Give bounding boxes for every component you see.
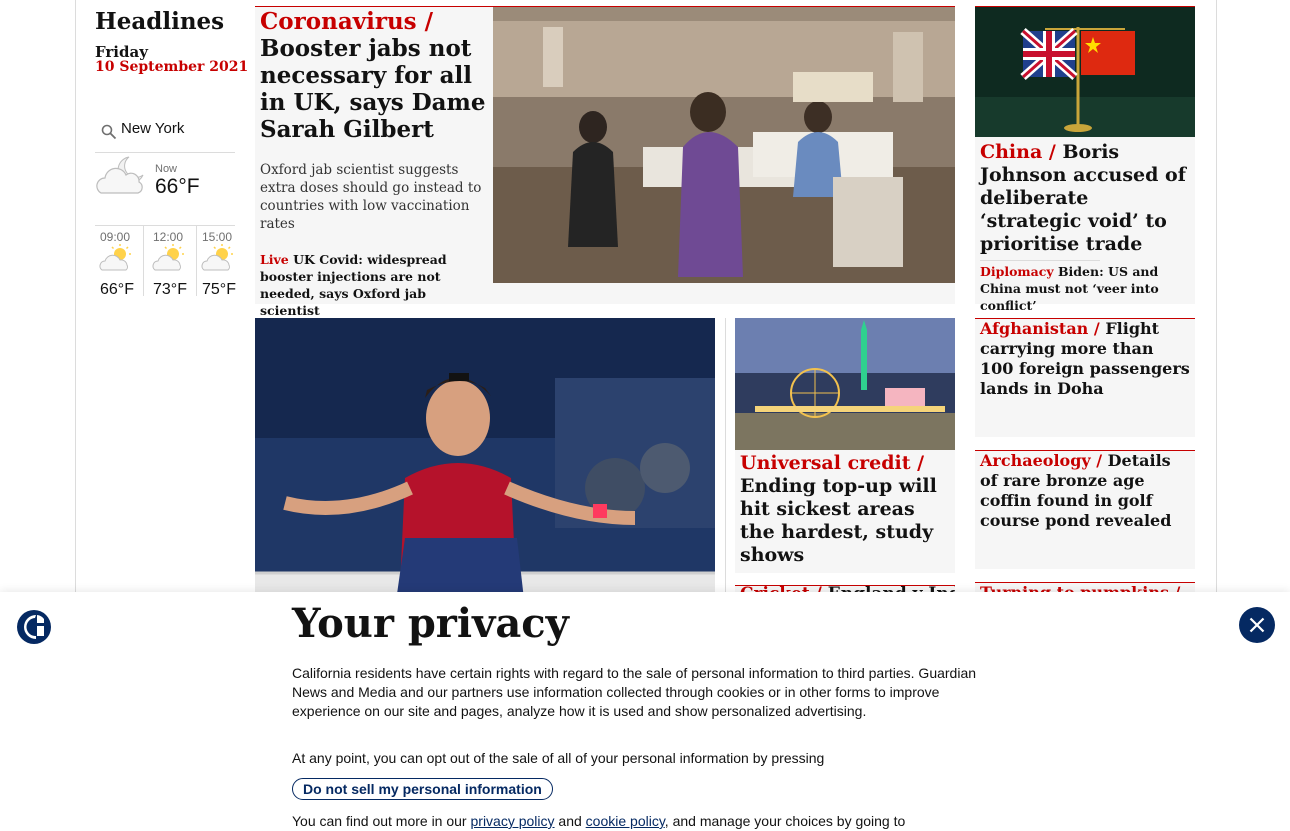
archaeology-story-card[interactable]: Archaeology / Details of rare bronze age…	[975, 451, 1195, 569]
forecast-item: 12:00 73°F	[148, 226, 197, 298]
lead-standfirst: Oxford jab scientist suggests extra dose…	[260, 162, 482, 232]
afghanistan-kicker: Afghanistan /	[980, 319, 1100, 338]
archaeology-kicker: Archaeology /	[980, 451, 1103, 470]
archaeology-headline-block[interactable]: Archaeology / Details of rare bronze age…	[980, 451, 1190, 531]
flags-photo[interactable]	[975, 7, 1195, 137]
credit-headline-block[interactable]: Universal credit / Ending top-up will hi…	[740, 452, 952, 567]
live-label: Live	[260, 252, 289, 267]
forecast-temp: 73°F	[153, 281, 187, 298]
date-label: 10 September 2021	[95, 59, 249, 75]
tennis-photo[interactable]	[255, 318, 715, 608]
privacy-body: California residents have certain rights…	[292, 665, 977, 719]
forecast-time: 09:00	[100, 230, 131, 244]
credit-story-card[interactable]: Universal credit / Ending top-up will hi…	[735, 318, 955, 573]
lead-kicker: Coronavirus /	[260, 8, 434, 35]
divider	[980, 260, 1100, 261]
china-kicker: China /	[980, 141, 1056, 163]
cloudy-night-icon	[95, 155, 149, 205]
forecast-item: 09:00 66°F	[95, 226, 144, 298]
privacy-title: Your privacy	[292, 600, 569, 647]
partly-sunny-icon	[98, 244, 134, 278]
diplomacy-label: Diplomacy	[980, 264, 1054, 279]
divider	[725, 318, 726, 592]
privacy-policy-link[interactable]: privacy policy	[471, 813, 555, 829]
now-label: Now	[155, 163, 178, 175]
china-story-card[interactable]: China / Boris Johnson accused of deliber…	[975, 7, 1195, 313]
location-search[interactable]	[95, 118, 235, 153]
close-privacy-button[interactable]	[1239, 607, 1275, 643]
china-headline-block[interactable]: China / Boris Johnson accused of deliber…	[980, 141, 1190, 256]
partly-sunny-icon	[200, 244, 236, 278]
blackpool-photo[interactable]	[735, 318, 955, 450]
privacy-banner: Your privacy California residents have c…	[0, 592, 1290, 831]
privacy-more-end: , and manage your choices by going to	[664, 813, 906, 829]
lead-sublink[interactable]: Live UK Covid: widespread booster inject…	[260, 251, 485, 319]
weather-now: Now 66°F	[95, 155, 235, 226]
close-icon	[1239, 617, 1275, 646]
lead-headline-block[interactable]: Coronavirus / Booster jabs not necessary…	[260, 8, 488, 143]
search-icon	[101, 124, 117, 144]
lead-story-card[interactable]: Coronavirus / Booster jabs not necessary…	[255, 7, 955, 318]
location-input[interactable]	[121, 120, 231, 137]
forecast-time: 12:00	[153, 230, 184, 244]
do-not-sell-button[interactable]: Do not sell my personal information	[292, 778, 553, 800]
weather-forecast: 09:00 66°F 12:00 73°F 15:00 75°F	[95, 226, 245, 298]
forecast-time: 15:00	[202, 230, 233, 244]
lead-headline: Booster jabs not necessary for all in UK…	[260, 35, 486, 143]
credit-headline: Ending top-up will hit sickest areas the…	[740, 475, 937, 566]
afghanistan-story-card[interactable]: Afghanistan / Flight carrying more than …	[975, 319, 1195, 437]
section-title: Headlines	[95, 8, 225, 35]
credit-kicker: Universal credit /	[740, 452, 925, 474]
afghanistan-headline-block[interactable]: Afghanistan / Flight carrying more than …	[980, 319, 1190, 399]
cookie-policy-link[interactable]: cookie policy	[586, 813, 665, 829]
privacy-opt-out-text: At any point, you can opt out of the sal…	[292, 750, 825, 766]
forecast-temp: 75°F	[202, 281, 236, 298]
guardian-logo-icon	[16, 609, 52, 650]
vaccination-photo[interactable]	[493, 7, 955, 283]
now-temperature: 66°F	[155, 175, 200, 198]
privacy-and: and	[558, 813, 582, 829]
china-sublink[interactable]: Diplomacy Biden: US and China must not ‘…	[980, 263, 1190, 314]
partly-sunny-icon	[151, 244, 187, 278]
privacy-more-start: You can find out more in our	[292, 813, 467, 829]
forecast-item: 15:00 75°F	[197, 226, 245, 298]
forecast-temp: 66°F	[100, 281, 134, 298]
privacy-more-text: You can find out more in our privacy pol…	[292, 812, 997, 831]
